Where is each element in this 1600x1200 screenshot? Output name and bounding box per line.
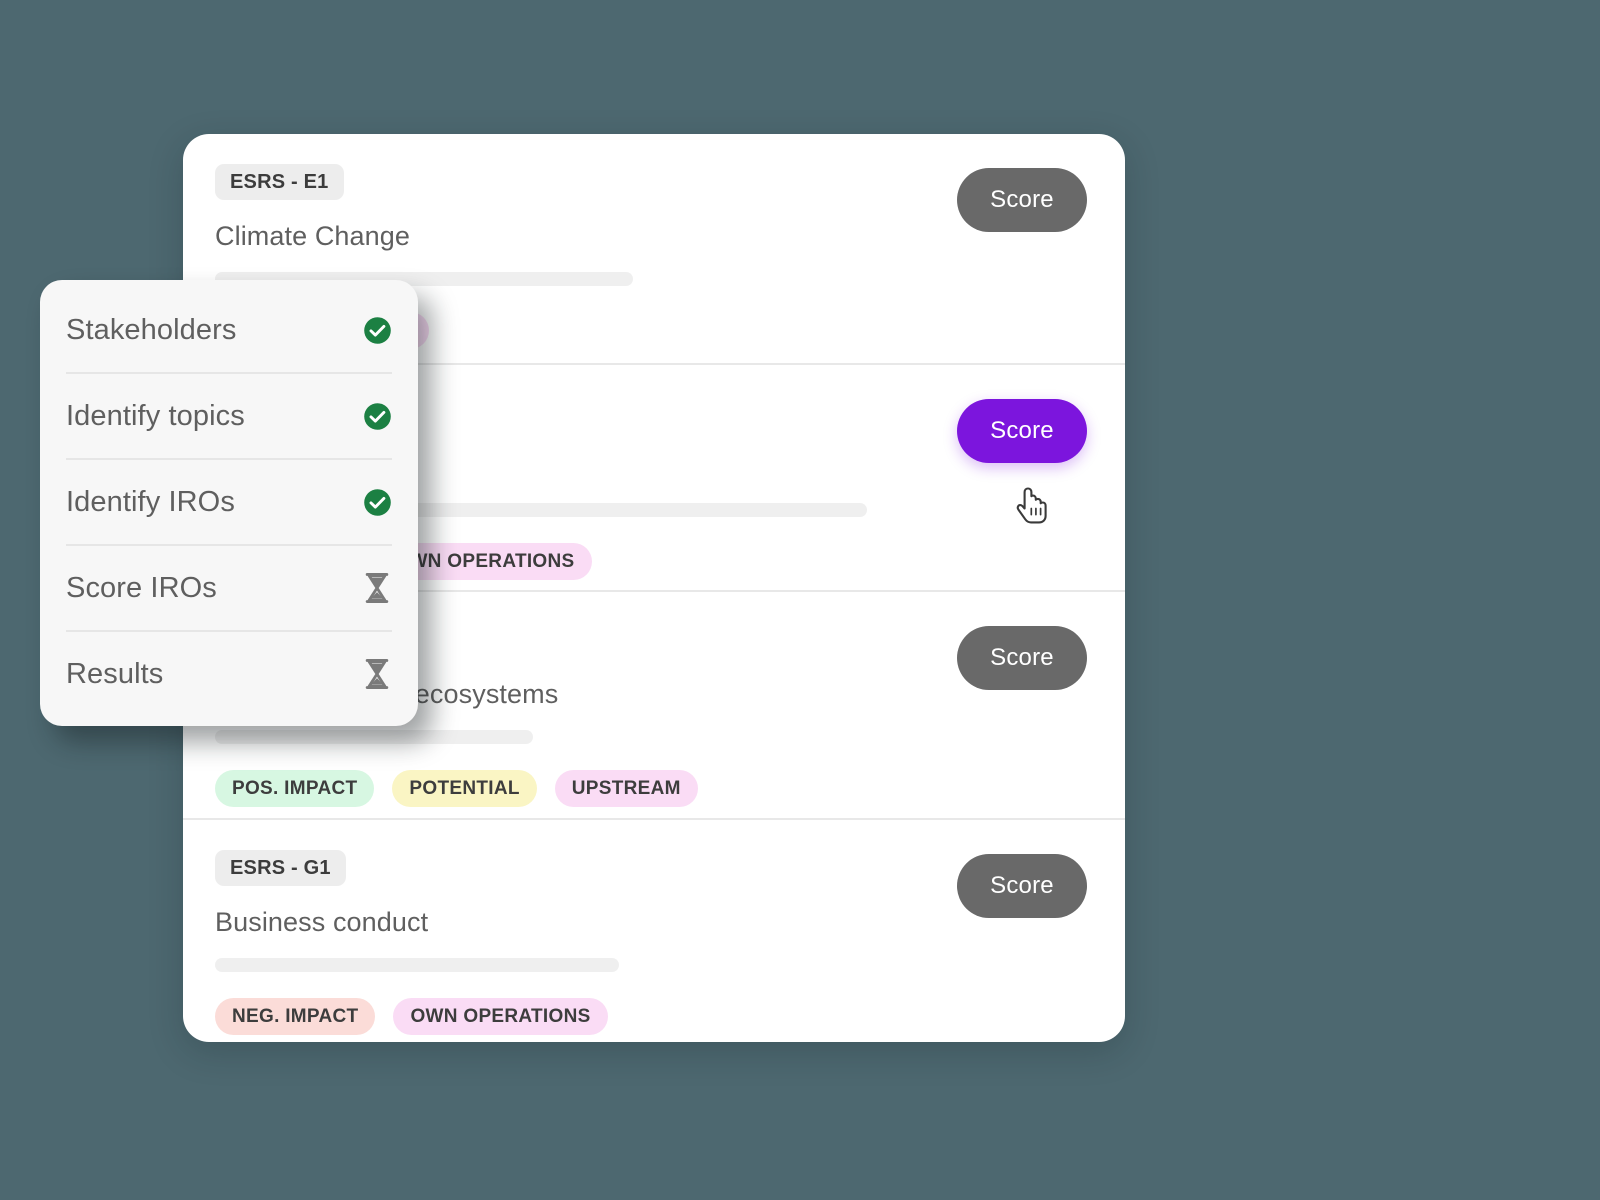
check-circle-icon bbox=[363, 316, 392, 345]
workflow-steps-popup: Stakeholders Identify topics Identify IR… bbox=[40, 280, 418, 726]
step-label: Stakeholders bbox=[66, 313, 237, 346]
table-row[interactable]: ESRS - G1 Business conduct Score NEG. IM… bbox=[183, 820, 1125, 1042]
score-button[interactable]: Score bbox=[957, 399, 1087, 463]
tag-pos-impact: POS. IMPACT bbox=[215, 770, 375, 808]
sidebar-item-score-iros[interactable]: Score IROs bbox=[66, 546, 392, 632]
topic-title: Business conduct bbox=[215, 907, 429, 937]
topic-title: Climate Change bbox=[215, 221, 411, 251]
esrs-code-badge: ESRS - G1 bbox=[215, 850, 346, 886]
check-circle-icon bbox=[363, 488, 392, 517]
sidebar-item-results[interactable]: Results bbox=[66, 632, 392, 716]
hourglass-icon bbox=[362, 572, 392, 604]
sidebar-item-stakeholders[interactable]: Stakeholders bbox=[66, 288, 392, 374]
check-circle-icon bbox=[363, 402, 392, 431]
hourglass-icon bbox=[362, 658, 392, 690]
step-label: Results bbox=[66, 657, 164, 690]
esrs-code-badge: ESRS - E1 bbox=[215, 164, 344, 200]
tag-own-operations: OWN OPERATIONS bbox=[393, 998, 608, 1036]
tag-row: POS. IMPACT POTENTIAL UPSTREAM bbox=[215, 770, 1087, 808]
sidebar-item-identify-topics[interactable]: Identify topics bbox=[66, 374, 392, 460]
step-label: Identify topics bbox=[66, 399, 245, 432]
tag-potential: POTENTIAL bbox=[392, 770, 537, 808]
score-button[interactable]: Score bbox=[957, 854, 1087, 918]
description-skeleton bbox=[215, 730, 533, 745]
score-button[interactable]: Score bbox=[957, 626, 1087, 690]
sidebar-item-identify-iros[interactable]: Identify IROs bbox=[66, 460, 392, 546]
step-label: Identify IROs bbox=[66, 485, 235, 518]
score-button[interactable]: Score bbox=[957, 168, 1087, 232]
step-label: Score IROs bbox=[66, 571, 217, 604]
description-skeleton bbox=[215, 958, 619, 973]
tag-neg-impact: NEG. IMPACT bbox=[215, 998, 376, 1036]
tag-upstream: UPSTREAM bbox=[554, 770, 698, 808]
tag-row: NEG. IMPACT OWN OPERATIONS bbox=[215, 998, 1087, 1036]
